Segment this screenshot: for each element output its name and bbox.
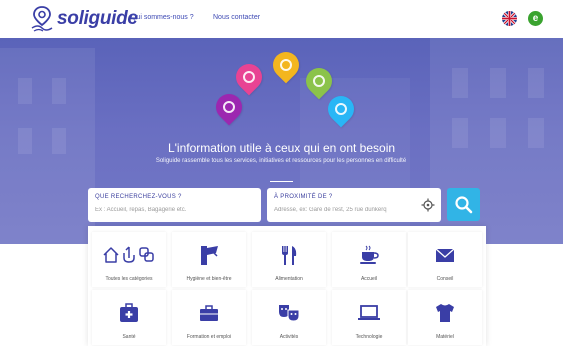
all-categories-icon (103, 246, 154, 263)
logo-pin-icon (31, 6, 53, 32)
search-icon (455, 196, 473, 214)
pin-pink-icon (230, 58, 268, 96)
category-technologie[interactable]: Technologie (332, 290, 406, 345)
window-decor (528, 68, 544, 98)
coffee-cup-icon (360, 245, 379, 264)
pin-cyan-icon (322, 90, 360, 128)
category-grid: Toutes les catégories Hygiène et bien-êt… (88, 226, 486, 346)
search-where-box: À PROXIMITÉ DE ? (267, 188, 441, 222)
pin-green-icon (300, 62, 338, 100)
category-accueil[interactable]: Accueil (332, 232, 406, 287)
hero-title: L'information utile à ceux qui en ont be… (167, 141, 396, 155)
category-pins-illustration (200, 46, 370, 138)
window-decor (452, 68, 468, 98)
theater-masks-icon (279, 305, 300, 322)
nav-qui-sommes-nous[interactable]: Qui sommes-nous ? (131, 14, 194, 21)
tshirt-icon (436, 304, 454, 322)
search-button[interactable] (447, 188, 480, 221)
search-where-input[interactable] (274, 205, 414, 215)
category-materiel[interactable]: Matériel (408, 290, 482, 345)
category-label: Accueil (360, 276, 378, 282)
uk-flag-icon[interactable] (502, 11, 517, 26)
window-decor (52, 78, 66, 104)
top-header: soliguide Qui sommes-nous ? Nous contact… (0, 0, 563, 39)
hero-divider (270, 181, 293, 182)
category-alimentation[interactable]: Alimentation (252, 232, 326, 287)
nav-nous-contacter[interactable]: Nous contacter (213, 14, 260, 21)
briefcase-icon (200, 305, 218, 321)
category-sante[interactable]: Santé (92, 290, 166, 345)
category-conseil[interactable]: Conseil (408, 232, 482, 287)
category-label: Formation et emploi (186, 334, 232, 340)
category-label: Alimentation (275, 276, 303, 282)
search-what-box: QUE RECHERCHEZ-VOUS ? (88, 188, 261, 222)
language-button[interactable]: e (528, 11, 543, 26)
category-label: Conseil (436, 276, 454, 282)
hero-subtitle: Soliguide rassemble tous les services, i… (155, 158, 407, 164)
category-activites[interactable]: Activités (252, 290, 326, 345)
envelope-icon (435, 248, 455, 262)
category-formation[interactable]: Formation et emploi (172, 290, 246, 345)
soliguide-logo[interactable]: soliguide (30, 5, 138, 33)
pin-purple-icon (210, 88, 248, 126)
hygiene-icon (201, 246, 218, 265)
search-where-label: À PROXIMITÉ DE ? (274, 194, 333, 200)
category-label: Toutes les catégories (105, 276, 153, 282)
food-icon (282, 246, 297, 265)
search-what-input[interactable] (95, 205, 245, 215)
laptop-icon (358, 305, 380, 320)
pin-yellow-icon (267, 46, 305, 84)
category-toutes[interactable]: Toutes les catégories (92, 232, 166, 287)
category-label: Santé (122, 334, 136, 340)
category-label: Matériel (436, 334, 454, 340)
hero-banner: L'information utile à ceux qui en ont be… (0, 38, 563, 244)
category-label: Activités (279, 334, 299, 340)
locate-me-icon[interactable] (421, 198, 435, 212)
logo-text: soliguide (57, 8, 138, 29)
category-hygiene[interactable]: Hygiène et bien-être (172, 232, 246, 287)
medical-kit-icon (120, 303, 138, 322)
category-label: Technologie (355, 334, 383, 340)
category-label: Hygiène et bien-être (186, 276, 232, 282)
search-what-label: QUE RECHERCHEZ-VOUS ? (95, 194, 182, 200)
window-decor (18, 78, 32, 104)
window-decor (490, 68, 506, 98)
